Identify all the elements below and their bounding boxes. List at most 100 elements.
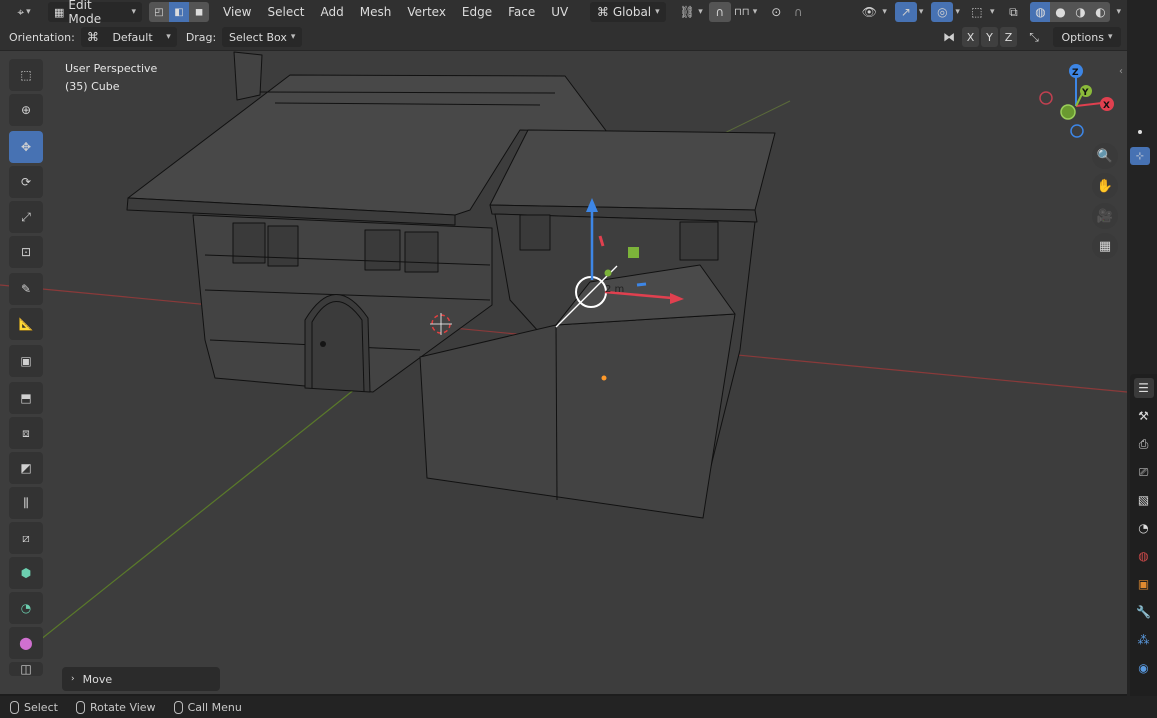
- transform-orientation-dropdown[interactable]: ⌘ Global ▾: [590, 2, 667, 22]
- tab-modifiers[interactable]: 🔧: [1134, 602, 1154, 622]
- mirror-z-toggle[interactable]: Z: [1000, 27, 1017, 47]
- shading-rendered-button[interactable]: ◐: [1090, 2, 1111, 22]
- menu-vertex[interactable]: Vertex: [399, 2, 454, 22]
- last-operator-panel[interactable]: › Move: [62, 667, 220, 691]
- mode-dropdown[interactable]: ▦ Edit Mode ▾: [48, 0, 142, 26]
- gizmo-xy-plane[interactable]: [636, 282, 647, 287]
- sidebar-toggle[interactable]: ‹: [1119, 66, 1123, 77]
- tab-output[interactable]: ⎚: [1134, 462, 1154, 482]
- tool-spin[interactable]: ◔: [9, 592, 43, 624]
- ortho-toggle-button[interactable]: ▦: [1092, 233, 1118, 259]
- tool-poly-build[interactable]: ⬢: [9, 557, 43, 589]
- chevron-down-icon: ▾: [290, 32, 296, 42]
- tab-tool-settings[interactable]: ⚒: [1134, 406, 1154, 426]
- visibility-button[interactable]: 👁: [858, 2, 880, 22]
- tool-move[interactable]: ✥: [9, 131, 43, 163]
- world-icon: ◍: [1138, 549, 1149, 563]
- tool-select-box[interactable]: ⬚: [9, 59, 43, 91]
- auto-merge-button[interactable]: ⤡: [1023, 27, 1045, 47]
- tool-cursor[interactable]: ⊕: [9, 94, 43, 126]
- tab-world[interactable]: ◍: [1134, 546, 1154, 566]
- falloff-button[interactable]: ∩: [787, 2, 809, 22]
- tab-scene[interactable]: ◔: [1134, 518, 1154, 538]
- proportional-edit-icon: ⊙: [771, 5, 782, 19]
- tool-inset[interactable]: ⧈: [9, 417, 43, 449]
- snap-target-button[interactable]: ⊓⊓: [731, 2, 753, 22]
- navigation-gizmo[interactable]: Z X Y: [1039, 64, 1114, 138]
- tool-rotate[interactable]: ⟳: [9, 166, 43, 198]
- xray-toggle[interactable]: ⧉: [1002, 2, 1024, 22]
- status-rotate-label: Rotate View: [89, 700, 156, 714]
- menu-face[interactable]: Face: [500, 2, 543, 22]
- menu-select[interactable]: Select: [259, 2, 312, 22]
- properties-tabs: ☰ ⚒ ⎙ ⎚ ▧ ◔ ◍ ▣ 🔧 ⁂ ◉: [1130, 374, 1157, 696]
- editor-type-button[interactable]: ⌖ ▾: [7, 2, 41, 22]
- tool-smooth[interactable]: ⬤: [9, 627, 43, 659]
- pan-button[interactable]: ✋: [1092, 173, 1118, 199]
- tab-render[interactable]: ⎙: [1134, 434, 1154, 454]
- 3d-viewport[interactable]: 2 m Z X Y User Perspective (35) Cube: [0, 51, 1127, 694]
- edge-select-button[interactable]: ◧: [169, 2, 189, 22]
- gizmo-xz-plane[interactable]: [628, 247, 639, 258]
- grid-icon: ▦: [1098, 238, 1112, 254]
- menu-uv[interactable]: UV: [543, 2, 576, 22]
- snap-toggle[interactable]: ∩: [708, 2, 731, 22]
- material-sphere-icon: ◑: [1075, 5, 1086, 19]
- mirror-x-toggle[interactable]: X: [962, 27, 979, 47]
- shading-wireframe-button[interactable]: ◍: [1030, 2, 1051, 22]
- mirror-group: ⧓ X Y Z ⤡ Options ▾: [938, 27, 1121, 47]
- proportional-edit-toggle[interactable]: ⊙: [765, 2, 787, 22]
- tab-physics[interactable]: ◉: [1134, 658, 1154, 678]
- house-mesh[interactable]: [126, 51, 776, 519]
- tool-scale[interactable]: ⤢: [9, 201, 43, 233]
- shading-material-button[interactable]: ◑: [1070, 2, 1091, 22]
- mesh-data-icon: ⊹: [1135, 150, 1145, 162]
- tool-extrude[interactable]: ⬒: [9, 382, 43, 414]
- render-icon: ⎙: [1138, 436, 1149, 451]
- wrench-icon: 🔧: [1136, 605, 1151, 619]
- nav-neg-y-button[interactable]: [1060, 104, 1076, 120]
- menu-edge[interactable]: Edge: [454, 2, 500, 22]
- overlays-toggle[interactable]: ◎: [931, 2, 954, 22]
- zoom-button[interactable]: 🔍: [1092, 143, 1118, 169]
- pivot-point-button[interactable]: ⛓: [676, 2, 698, 22]
- tool-edge-slide[interactable]: ◫: [9, 662, 43, 676]
- tool-measure[interactable]: 📐: [9, 308, 43, 340]
- header-menus: View Select Add Mesh Vertex Edge Face UV: [215, 2, 576, 22]
- options-dropdown[interactable]: Options ▾: [1053, 27, 1121, 47]
- gizmo-icon: ↗: [900, 5, 911, 19]
- mirror-y-toggle[interactable]: Y: [981, 27, 998, 47]
- vertex-select-button[interactable]: ◰: [149, 2, 169, 22]
- gizmo-toggle[interactable]: ↗: [894, 2, 917, 22]
- menu-mesh[interactable]: Mesh: [352, 2, 400, 22]
- tool-annotate[interactable]: ✎: [9, 273, 43, 305]
- tab-particles[interactable]: ⁂: [1134, 630, 1154, 650]
- tool-knife[interactable]: ⧄: [9, 522, 43, 554]
- nav-neg-x-button[interactable]: [1039, 91, 1053, 105]
- scene-canvas[interactable]: 2 m Z X Y: [0, 51, 1127, 694]
- orientation-value: Default: [112, 30, 153, 44]
- tool-transform[interactable]: ⊡: [9, 236, 43, 268]
- tool-loop-cut[interactable]: ⫼: [9, 487, 43, 519]
- nav-neg-z-button[interactable]: [1070, 124, 1084, 138]
- bevel-icon: ◩: [20, 461, 32, 475]
- tool-bevel[interactable]: ◩: [9, 452, 43, 484]
- menu-add[interactable]: Add: [313, 2, 352, 22]
- menu-view[interactable]: View: [215, 2, 259, 22]
- mirror-button[interactable]: ⧓: [938, 27, 960, 47]
- gizmo-y-handle[interactable]: [604, 269, 612, 277]
- mesh-overlays-button[interactable]: ⬚: [966, 2, 988, 22]
- drag-dropdown[interactable]: Select Box ▾: [222, 27, 303, 47]
- tab-object[interactable]: ▣: [1134, 574, 1154, 594]
- tab-view-layer[interactable]: ▧: [1134, 490, 1154, 510]
- shading-solid-button[interactable]: ●: [1050, 2, 1071, 22]
- orientation-dropdown[interactable]: ⌘ Default ▾: [80, 27, 177, 47]
- tool-add-cube[interactable]: ▣: [9, 345, 43, 377]
- camera-view-button[interactable]: 🎥: [1092, 203, 1118, 229]
- tab-tool[interactable]: ☰: [1133, 378, 1154, 398]
- auto-merge-icon: ⤡: [1029, 29, 1039, 44]
- nav-z-label: Z: [1072, 68, 1079, 78]
- outliner-mesh-item[interactable]: ⊹: [1130, 147, 1150, 165]
- chevron-down-icon: ▾: [131, 7, 136, 17]
- face-select-button[interactable]: ◼: [189, 2, 209, 22]
